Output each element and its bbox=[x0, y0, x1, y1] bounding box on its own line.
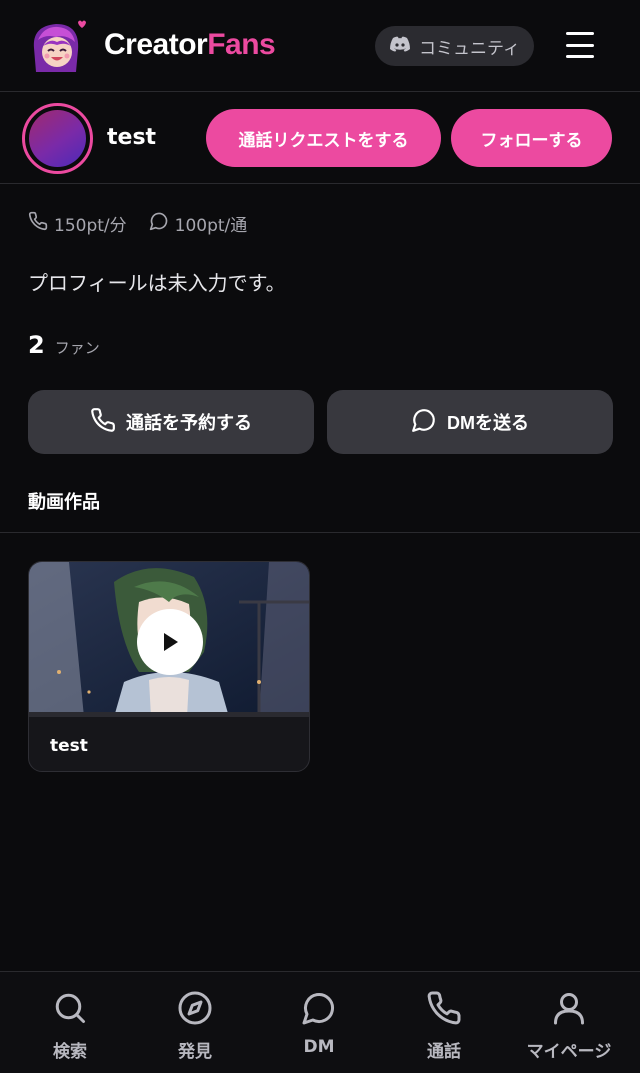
logo-word-creator: Creator bbox=[104, 28, 208, 61]
nav-label: マイページ bbox=[526, 1042, 612, 1062]
call-request-button[interactable]: 通話リクエストをする bbox=[206, 109, 441, 167]
video-progress-track bbox=[29, 712, 309, 717]
compass-icon bbox=[177, 990, 213, 1031]
chat-bubble-icon bbox=[411, 407, 437, 438]
nav-item-mypage[interactable]: マイページ bbox=[514, 990, 624, 1062]
nav-item-dm[interactable]: DM bbox=[264, 990, 374, 1057]
profile-avatar[interactable] bbox=[22, 103, 93, 174]
price-info: 150pt/分 100pt/通 bbox=[28, 211, 269, 236]
reserve-call-button[interactable]: 通話を予約する bbox=[28, 390, 314, 454]
phone-icon bbox=[28, 211, 48, 236]
video-thumbnail[interactable] bbox=[29, 562, 309, 717]
call-price: 150pt/分 bbox=[28, 211, 127, 236]
community-button[interactable]: コミュニティ bbox=[375, 26, 534, 66]
chat-bubble-icon bbox=[149, 211, 169, 236]
follow-button[interactable]: フォローする bbox=[451, 109, 612, 167]
app-logo-text[interactable]: CreatorFans bbox=[104, 28, 276, 62]
reserve-call-label: 通話を予約する bbox=[126, 413, 252, 433]
fan-count-label: ファン bbox=[54, 339, 100, 357]
nav-label: 検索 bbox=[53, 1042, 87, 1062]
user-icon bbox=[551, 990, 587, 1031]
nav-item-call[interactable]: 通話 bbox=[389, 990, 499, 1062]
hamburger-menu-icon[interactable] bbox=[566, 32, 594, 58]
call-price-text: 150pt/分 bbox=[54, 216, 127, 236]
search-icon bbox=[52, 990, 88, 1031]
fan-count-number: 2 bbox=[28, 331, 45, 359]
community-label: コミュニティ bbox=[419, 38, 520, 59]
message-price: 100pt/通 bbox=[149, 211, 248, 236]
profile-name: test bbox=[107, 125, 157, 150]
chat-bubble-icon bbox=[301, 990, 337, 1031]
nav-label: 発見 bbox=[178, 1042, 212, 1062]
videos-section-title: 動画作品 bbox=[28, 492, 100, 513]
fan-count: 2 ファン bbox=[28, 331, 100, 359]
phone-icon bbox=[426, 990, 462, 1031]
nav-item-discover[interactable]: 発見 bbox=[140, 990, 250, 1062]
nav-item-search[interactable]: 検索 bbox=[15, 990, 125, 1062]
message-price-text: 100pt/通 bbox=[174, 216, 248, 236]
nav-label: 通話 bbox=[427, 1042, 461, 1062]
logo-word-fans: Fans bbox=[207, 28, 276, 61]
send-dm-label: DMを送る bbox=[447, 413, 529, 433]
discord-icon bbox=[389, 36, 411, 57]
play-icon[interactable] bbox=[137, 609, 203, 675]
video-card[interactable]: test bbox=[28, 561, 310, 772]
video-title: test bbox=[50, 736, 88, 756]
send-dm-button[interactable]: DMを送る bbox=[327, 390, 613, 454]
section-divider bbox=[0, 532, 640, 533]
profile-bar: test 通話リクエストをする フォローする bbox=[0, 93, 640, 184]
bottom-navigation: 検索 発見 DM 通話 マイページ bbox=[0, 971, 640, 1073]
app-header: CreatorFans コミュニティ bbox=[0, 0, 640, 92]
phone-icon bbox=[90, 407, 116, 438]
nav-label: DM bbox=[303, 1037, 335, 1057]
profile-bio: プロフィールは未入力です。 bbox=[28, 271, 286, 295]
logo-mascot-icon[interactable] bbox=[26, 18, 88, 76]
